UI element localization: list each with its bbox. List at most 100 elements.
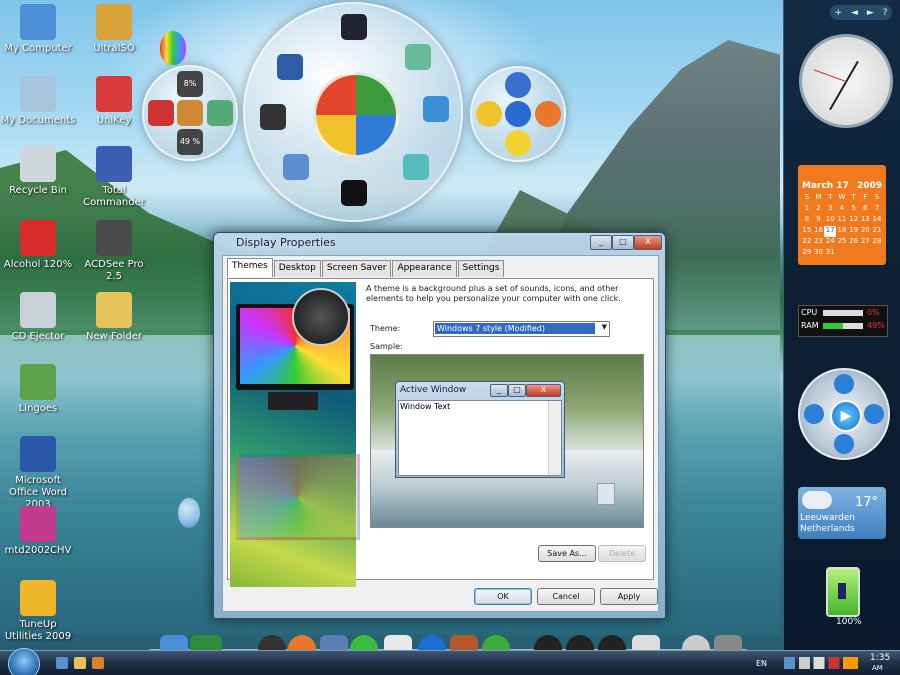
screen-icon[interactable] bbox=[341, 180, 367, 206]
minimize-button[interactable]: _ bbox=[590, 235, 612, 250]
restart-icon[interactable] bbox=[177, 100, 203, 126]
window-icon[interactable] bbox=[277, 54, 303, 80]
calendar-day[interactable]: 18 bbox=[836, 226, 848, 237]
browser-icon[interactable] bbox=[505, 72, 531, 98]
tab-desktop[interactable]: Desktop bbox=[273, 260, 321, 277]
recycle-icon[interactable] bbox=[405, 44, 431, 70]
calendar-day[interactable]: 2 bbox=[813, 204, 825, 215]
calendar-day[interactable]: 3 bbox=[824, 204, 836, 215]
next-button[interactable]: ► bbox=[867, 8, 874, 18]
calendar-day[interactable]: 5 bbox=[848, 204, 860, 215]
calendar-day[interactable] bbox=[871, 248, 883, 259]
calendar-gadget[interactable]: March 17 2009 S M T W T F S 1 2 3 4 5 6 7 8 9 10 11 12 13 14… bbox=[798, 165, 886, 265]
desktop-icon[interactable]: Microsoft Office Word 2003 bbox=[0, 436, 76, 511]
calendar-day[interactable]: 31 bbox=[824, 248, 836, 259]
calendar-day[interactable]: 21 bbox=[871, 226, 883, 237]
desktop-icon[interactable]: My Documents bbox=[0, 76, 76, 127]
desktop-icon[interactable]: New Folder bbox=[76, 292, 152, 343]
calendar-day[interactable]: 25 bbox=[836, 237, 848, 248]
calendar-day[interactable]: 29 bbox=[801, 248, 813, 259]
save-as-button[interactable]: Save As... bbox=[538, 545, 596, 562]
display-properties-window[interactable]: Display Properties _ □ X Themes Desktop … bbox=[213, 232, 666, 619]
calendar-day[interactable]: 12 bbox=[848, 215, 860, 226]
ok-button[interactable]: OK bbox=[474, 588, 532, 605]
calendar-day[interactable]: 27 bbox=[859, 237, 871, 248]
desktop-icon[interactable]: CD Ejector bbox=[0, 292, 76, 343]
firefox-icon[interactable] bbox=[535, 101, 561, 127]
windows-logo-icon[interactable] bbox=[313, 72, 399, 158]
stop-icon[interactable] bbox=[834, 434, 854, 454]
calendar-day[interactable]: 19 bbox=[848, 226, 860, 237]
volume-up-icon[interactable] bbox=[834, 374, 854, 394]
clock-time[interactable]: 1:35 bbox=[870, 653, 890, 663]
desktop-icon[interactable]: Total Commander bbox=[76, 146, 152, 209]
previous-track-icon[interactable] bbox=[804, 404, 824, 424]
help-button[interactable]: ? bbox=[883, 8, 888, 18]
show-desktop-icon[interactable] bbox=[56, 657, 68, 669]
calendar-day[interactable]: 15 bbox=[801, 226, 813, 237]
language-indicator[interactable]: EN bbox=[756, 659, 767, 668]
calendar-day[interactable]: 13 bbox=[859, 215, 871, 226]
launcher-slot-bottom[interactable]: 49 % bbox=[177, 129, 203, 155]
documents-launch-icon[interactable] bbox=[283, 154, 309, 180]
theme-select[interactable]: Windows 7 style (Modified) ▼ bbox=[433, 321, 610, 337]
previous-button[interactable]: ◄ bbox=[851, 8, 858, 18]
folder-quicklaunch-icon[interactable] bbox=[74, 657, 86, 669]
close-button[interactable]: X bbox=[634, 235, 662, 250]
calendar-day[interactable]: 4 bbox=[836, 204, 848, 215]
power-icon[interactable] bbox=[148, 100, 174, 126]
media-quicklaunch-icon[interactable] bbox=[92, 657, 104, 669]
play-button[interactable]: ▶ bbox=[830, 400, 862, 432]
desktop-icon[interactable]: TuneUp Utilities 2009 bbox=[0, 580, 76, 643]
desktop-icon[interactable]: mtd2002CHV bbox=[0, 506, 76, 557]
calendar-day[interactable]: 10 bbox=[824, 215, 836, 226]
calendar-day[interactable] bbox=[848, 248, 860, 259]
globe-icon[interactable] bbox=[505, 101, 531, 127]
calendar-day[interactable]: 22 bbox=[801, 237, 813, 248]
messenger-icon[interactable] bbox=[476, 101, 502, 127]
desktop-icon[interactable]: Lingoes bbox=[0, 364, 76, 415]
delete-button[interactable]: Delete bbox=[598, 545, 646, 562]
laptop-icon[interactable] bbox=[423, 96, 449, 122]
tab-screen-saver[interactable]: Screen Saver bbox=[321, 260, 392, 277]
weather-gadget[interactable]: 17° Leeuwarden Netherlands bbox=[798, 487, 886, 539]
calendar-day[interactable]: 24 bbox=[824, 237, 836, 248]
film-icon[interactable] bbox=[260, 104, 286, 130]
apply-button[interactable]: Apply bbox=[600, 588, 658, 605]
start-button[interactable] bbox=[8, 648, 40, 675]
yahoo-icon[interactable] bbox=[505, 130, 531, 156]
launcher-slot-top[interactable]: 8% bbox=[177, 71, 203, 97]
tab-settings[interactable]: Settings bbox=[457, 260, 505, 277]
cancel-button[interactable]: Cancel bbox=[537, 588, 595, 605]
clock-gadget[interactable] bbox=[799, 34, 893, 128]
desktop-icon[interactable]: My Computer bbox=[0, 4, 76, 55]
calendar-day[interactable]: 6 bbox=[859, 204, 871, 215]
calendar-day[interactable]: 28 bbox=[871, 237, 883, 248]
media-player-gadget[interactable]: ▶ bbox=[798, 368, 890, 460]
calendar-day[interactable]: 26 bbox=[848, 237, 860, 248]
next-track-icon[interactable] bbox=[864, 404, 884, 424]
calendar-day[interactable]: 16 bbox=[813, 226, 825, 237]
tab-appearance[interactable]: Appearance bbox=[392, 260, 457, 277]
calendar-day[interactable]: 8 bbox=[801, 215, 813, 226]
calendar-day[interactable]: 23 bbox=[813, 237, 825, 248]
desktop-icon[interactable]: UltraISO bbox=[76, 4, 152, 55]
desktop-icon[interactable]: Recycle Bin bbox=[0, 146, 76, 197]
calendar-day[interactable]: 1 bbox=[801, 204, 813, 215]
calendar-day[interactable] bbox=[836, 248, 848, 259]
settings-icon[interactable] bbox=[207, 100, 233, 126]
desktop-icon[interactable]: Alcohol 120% bbox=[0, 220, 76, 271]
chevron-down-icon[interactable]: ▼ bbox=[602, 323, 607, 331]
add-gadget-button[interactable]: + bbox=[834, 8, 842, 18]
calendar-day[interactable] bbox=[859, 248, 871, 259]
desktop-icon[interactable]: UniKey bbox=[76, 76, 152, 127]
calendar-day[interactable]: 7 bbox=[871, 204, 883, 215]
calendar-day[interactable]: 20 bbox=[859, 226, 871, 237]
maximize-button[interactable]: □ bbox=[612, 235, 634, 250]
books-icon[interactable] bbox=[403, 154, 429, 180]
calendar-day[interactable]: 30 bbox=[813, 248, 825, 259]
calendar-day[interactable]: 17 bbox=[824, 226, 837, 237]
desktop-icon[interactable]: ACDSee Pro 2.5 bbox=[76, 220, 152, 283]
calendar-day[interactable]: 9 bbox=[813, 215, 825, 226]
calendar-day[interactable]: 11 bbox=[836, 215, 848, 226]
